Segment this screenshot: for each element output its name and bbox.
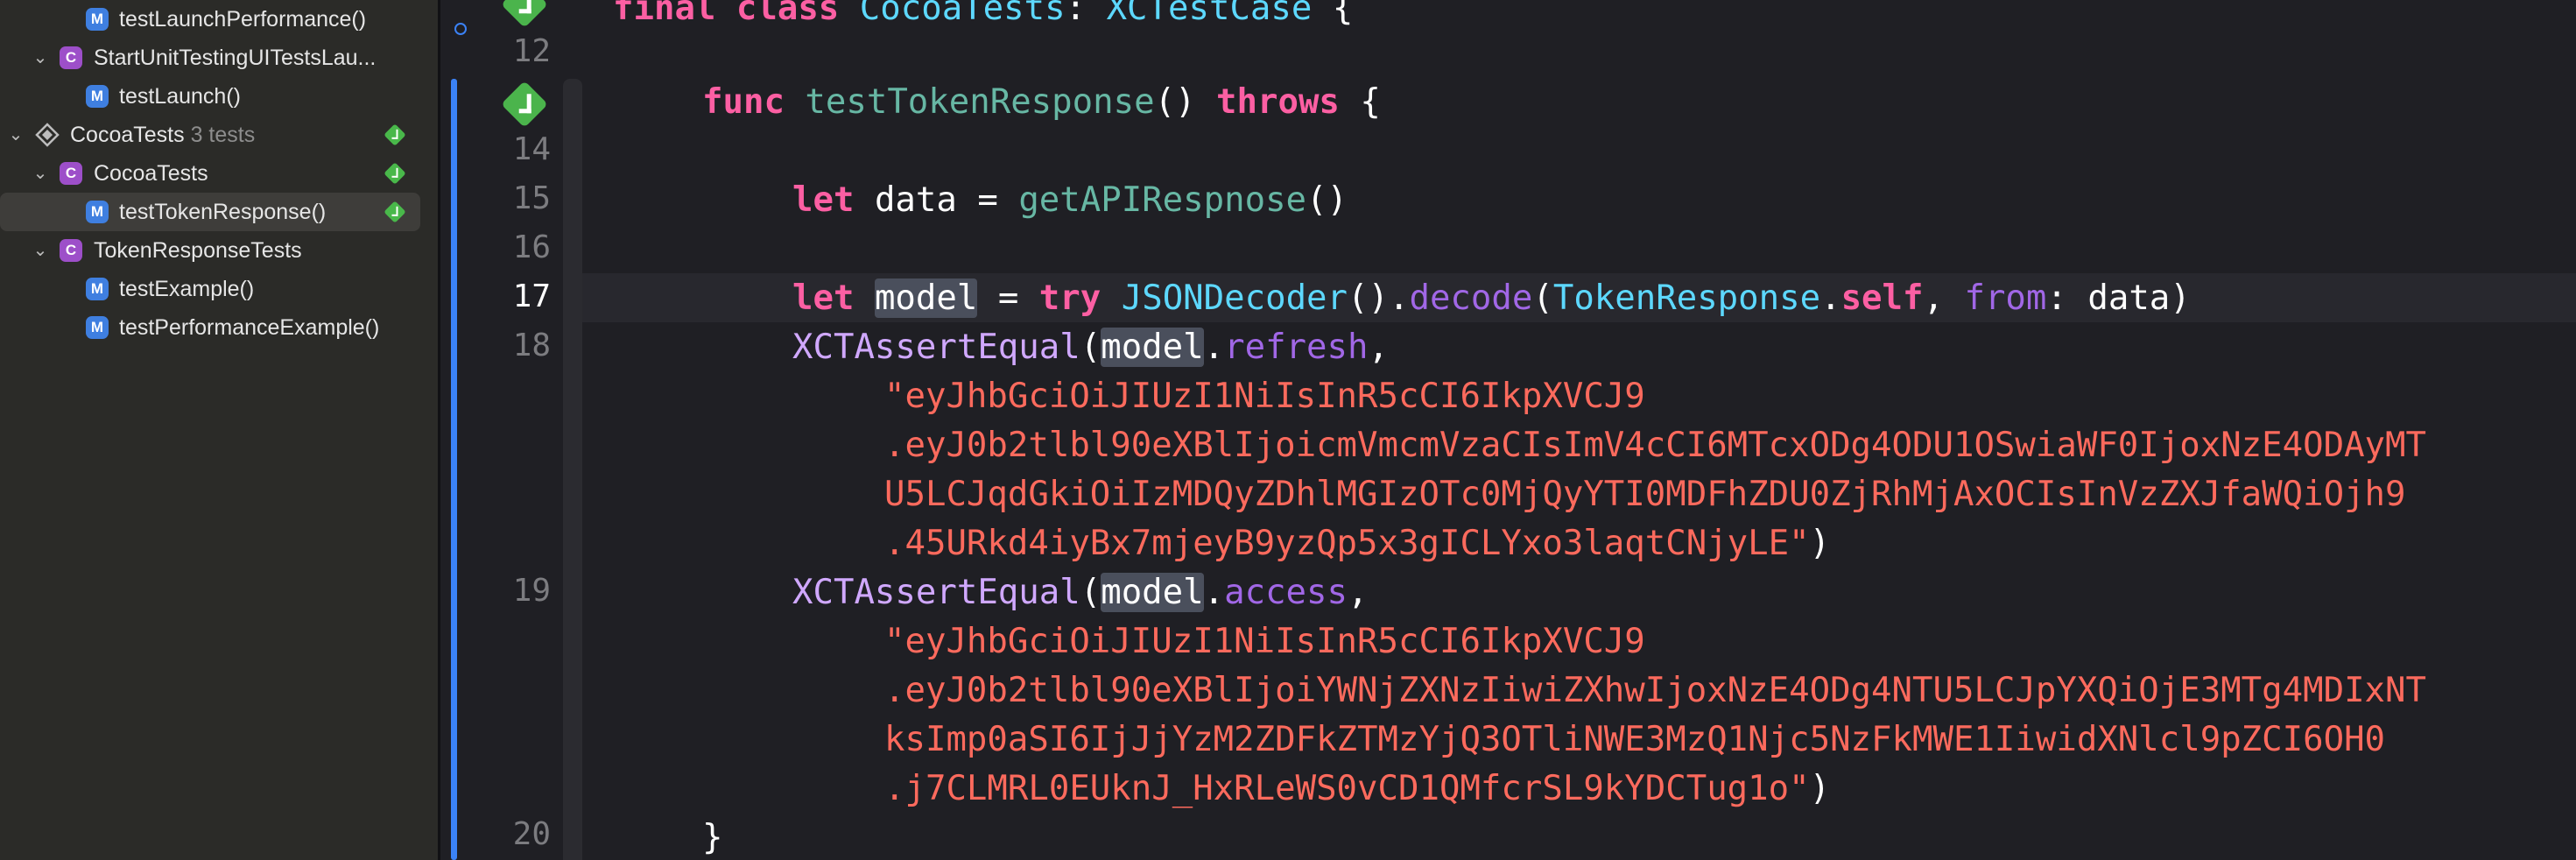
code-line-let-model: let model = try JSONDecoder().decode(Tok… (792, 278, 2191, 318)
nav-row-cocoatests-target[interactable]: ⌄ CocoaTests 3 tests (0, 116, 438, 154)
nav-row-label: testExample() (119, 276, 255, 301)
test-target-icon (35, 123, 60, 147)
code-string-refresh-part2: .eyJ0b2tlbl90eXBlIjoicmVmcmVzaCIsImV4cCI… (884, 426, 2426, 465)
method-icon: M (86, 278, 109, 300)
nav-row-label: testPerformanceExample() (119, 314, 380, 340)
test-passed-icon[interactable] (384, 123, 406, 146)
nav-row-label: TokenResponseTests (94, 237, 302, 263)
line-number: 20 (512, 816, 551, 852)
chevron-down-icon[interactable]: ⌄ (32, 49, 49, 67)
class-icon: C (60, 239, 82, 262)
code-line-class-decl: final class CocoaTests: XCTestCase { (613, 0, 1354, 28)
test-navigator: M testLaunchPerformance() ⌄ C StartUnitT… (0, 0, 438, 860)
line-number: 16 (512, 229, 551, 265)
chevron-down-icon[interactable]: ⌄ (32, 165, 49, 182)
run-class-tests-icon[interactable] (501, 0, 548, 28)
code-line-closing-brace: } (702, 818, 723, 857)
line-number-current: 17 (512, 278, 551, 314)
line-number: 14 (512, 131, 551, 167)
code-string-access-part4: .j7CLMRL0EUknJ_HxRLeWS0vCD1QMfcrSL9kYDCT… (884, 769, 1831, 808)
code-string-refresh-part1: "eyJhbGciOiJIUzI1NiIsInR5cCI6IkpXVCJ9 (884, 377, 1645, 416)
line-number: 12 (512, 33, 551, 69)
nav-row-label: testLaunchPerformance() (119, 6, 367, 32)
code-line-let-data: let data = getAPIRespnose() (792, 180, 1348, 220)
nav-row-test-token-response[interactable]: M testTokenResponse() (0, 193, 420, 231)
code-line-func-decl: func testTokenResponse() throws { (702, 82, 1381, 122)
nav-row-label: testTokenResponse() (119, 199, 327, 224)
nav-row-tokenresponsetests-class[interactable]: ⌄ C TokenResponseTests (0, 231, 438, 270)
code-string-access-part1: "eyJhbGciOiJIUzI1NiIsInR5cCI6IkpXVCJ9 (884, 622, 1645, 661)
nav-row-label: StartUnitTestingUITestsLau... (94, 45, 377, 70)
nav-row-label: testLaunch() (119, 83, 241, 109)
test-passed-icon[interactable] (384, 201, 406, 223)
code-string-access-part3: ksImp0aSI6IjJjYzM2ZDFkZTMzYjQ3OTliNWE3Mz… (884, 720, 2386, 759)
method-icon: M (86, 8, 109, 31)
line-number: 19 (512, 573, 551, 609)
method-icon: M (86, 201, 109, 223)
line-number: 15 (512, 180, 551, 216)
nav-row-test-launch-performance[interactable]: M testLaunchPerformance() (0, 0, 438, 39)
code-folding-ribbon[interactable] (563, 79, 582, 860)
run-test-passed-icon[interactable] (501, 81, 548, 128)
nav-row-startunittesting-uitests-class[interactable]: ⌄ C StartUnitTestingUITestsLau... (0, 39, 438, 77)
test-passed-icon[interactable] (384, 162, 406, 185)
nav-row-test-performance-example[interactable]: M testPerformanceExample() (0, 308, 438, 347)
class-icon: C (60, 46, 82, 69)
nav-row-test-launch[interactable]: M testLaunch() (0, 77, 438, 116)
source-editor[interactable]: 12 14 15 16 17 18 19 20 final class Coco… (440, 0, 2576, 860)
nav-row-test-example[interactable]: M testExample() (0, 270, 438, 308)
code-string-access-part2: .eyJ0b2tlbl90eXBlIjoiYWNjZXNzIiwiZXhwIjo… (884, 671, 2426, 710)
class-icon: C (60, 162, 82, 185)
nav-row-cocoatests-class[interactable]: ⌄ C CocoaTests (0, 154, 438, 193)
code-string-refresh-part4: .45URkd4iyBx7mjeyB9yzQp5x3gICLYxo3laqtCN… (884, 524, 1831, 563)
test-count: 3 tests (190, 122, 256, 147)
nav-row-label: CocoaTests 3 tests (70, 122, 256, 147)
method-icon: M (86, 316, 109, 339)
chevron-down-icon[interactable]: ⌄ (32, 242, 49, 259)
code-line-assert-refresh: XCTAssertEqual(model.refresh, (792, 328, 1389, 367)
line-number: 18 (512, 328, 551, 363)
line-number-gutter[interactable]: 12 14 15 16 17 18 19 20 (440, 0, 582, 860)
nav-row-label: CocoaTests (94, 160, 208, 186)
chevron-down-icon[interactable]: ⌄ (7, 126, 25, 144)
code-line-assert-access: XCTAssertEqual(model.access, (792, 573, 1369, 612)
method-icon: M (86, 85, 109, 108)
code-string-refresh-part3: U5LCJqdGkiOiIzMDQyZDhlMGIzOTc0MjQyYTI0MD… (884, 475, 2406, 514)
